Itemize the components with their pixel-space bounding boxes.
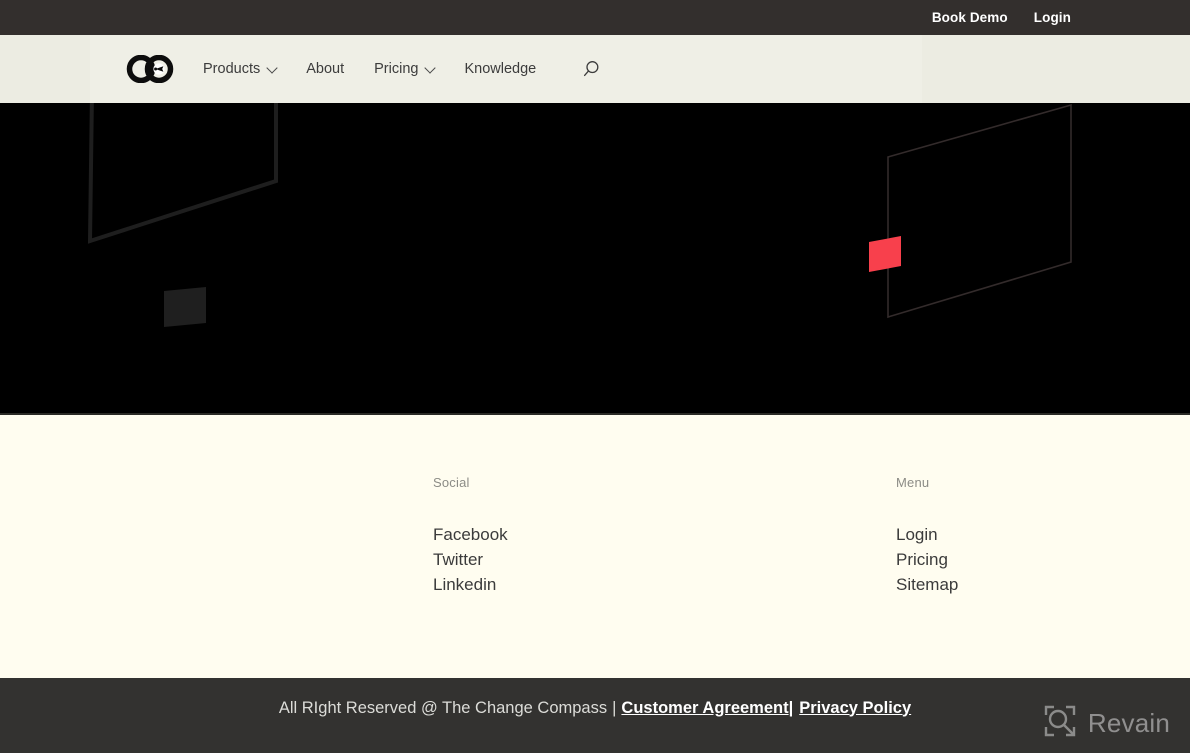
left-outlined-parallelogram — [87, 103, 278, 244]
nav-item-about[interactable]: About — [306, 61, 344, 77]
footer-link-facebook[interactable]: Facebook — [433, 522, 508, 547]
footer-link-twitter[interactable]: Twitter — [433, 547, 508, 572]
chevron-down-icon — [266, 61, 278, 74]
footer-links-section: Social Facebook Twitter Linkedin Menu Lo… — [0, 415, 1190, 678]
revain-watermark: Revain — [1043, 704, 1170, 743]
footer-link-linkedin[interactable]: Linkedin — [433, 572, 508, 597]
right-outlined-parallelogram — [887, 103, 1072, 319]
nav-item-knowledge-label: Knowledge — [464, 61, 537, 77]
nav-item-products[interactable]: Products — [203, 61, 278, 77]
footer-column-social: Social Facebook Twitter Linkedin — [433, 475, 508, 597]
nav-item-pricing[interactable]: Pricing — [374, 61, 437, 77]
page-root: Book Demo Login Products About Pricing K… — [0, 0, 1190, 753]
revain-watermark-label: Revain — [1087, 708, 1170, 738]
footer-link-login[interactable]: Login — [896, 522, 958, 547]
copyright-separator: | — [612, 698, 617, 717]
footer-column-menu: Menu Login Pricing Sitemap — [896, 475, 958, 597]
search-icon[interactable] — [580, 58, 602, 80]
agreement-separator: | — [788, 698, 794, 717]
left-filled-parallelogram — [164, 287, 206, 327]
login-link[interactable]: Login — [1034, 10, 1071, 25]
footer-link-pricing[interactable]: Pricing — [896, 547, 958, 572]
nav-content: Products About Pricing Knowledge — [0, 35, 1190, 103]
nav-item-pricing-label: Pricing — [374, 61, 419, 77]
revain-logo-icon — [1043, 704, 1077, 743]
footer-column-social-title: Social — [433, 475, 470, 490]
top-utility-bar: Book Demo Login — [0, 0, 1190, 35]
main-navigation-bar: Products About Pricing Knowledge — [0, 35, 1190, 103]
copyright-bar: All RIght Reserved @ The Change Compass … — [0, 678, 1190, 753]
nav-item-about-label: About — [306, 61, 345, 77]
nav-item-products-label: Products — [203, 61, 261, 77]
book-demo-link[interactable]: Book Demo — [932, 10, 1008, 25]
customer-agreement-link[interactable]: Customer Agreement — [621, 699, 788, 718]
hero-artwork-band — [0, 103, 1190, 415]
privacy-policy-link[interactable]: Privacy Policy — [799, 699, 911, 718]
footer-link-sitemap[interactable]: Sitemap — [896, 572, 958, 597]
red-accent-parallelogram — [869, 236, 901, 272]
copyright-text: All RIght Reserved @ The Change Compass … — [0, 678, 1190, 738]
copyright-statement: All RIght Reserved @ The Change Compass — [278, 698, 608, 717]
change-compass-logo-icon[interactable] — [126, 55, 176, 83]
nav-links: Products About Pricing Knowledge — [203, 58, 602, 80]
hero-geometric-artwork — [87, 103, 1072, 327]
footer-column-menu-title: Menu — [896, 475, 930, 490]
nav-item-knowledge[interactable]: Knowledge — [464, 61, 536, 77]
chevron-down-icon — [424, 61, 437, 74]
